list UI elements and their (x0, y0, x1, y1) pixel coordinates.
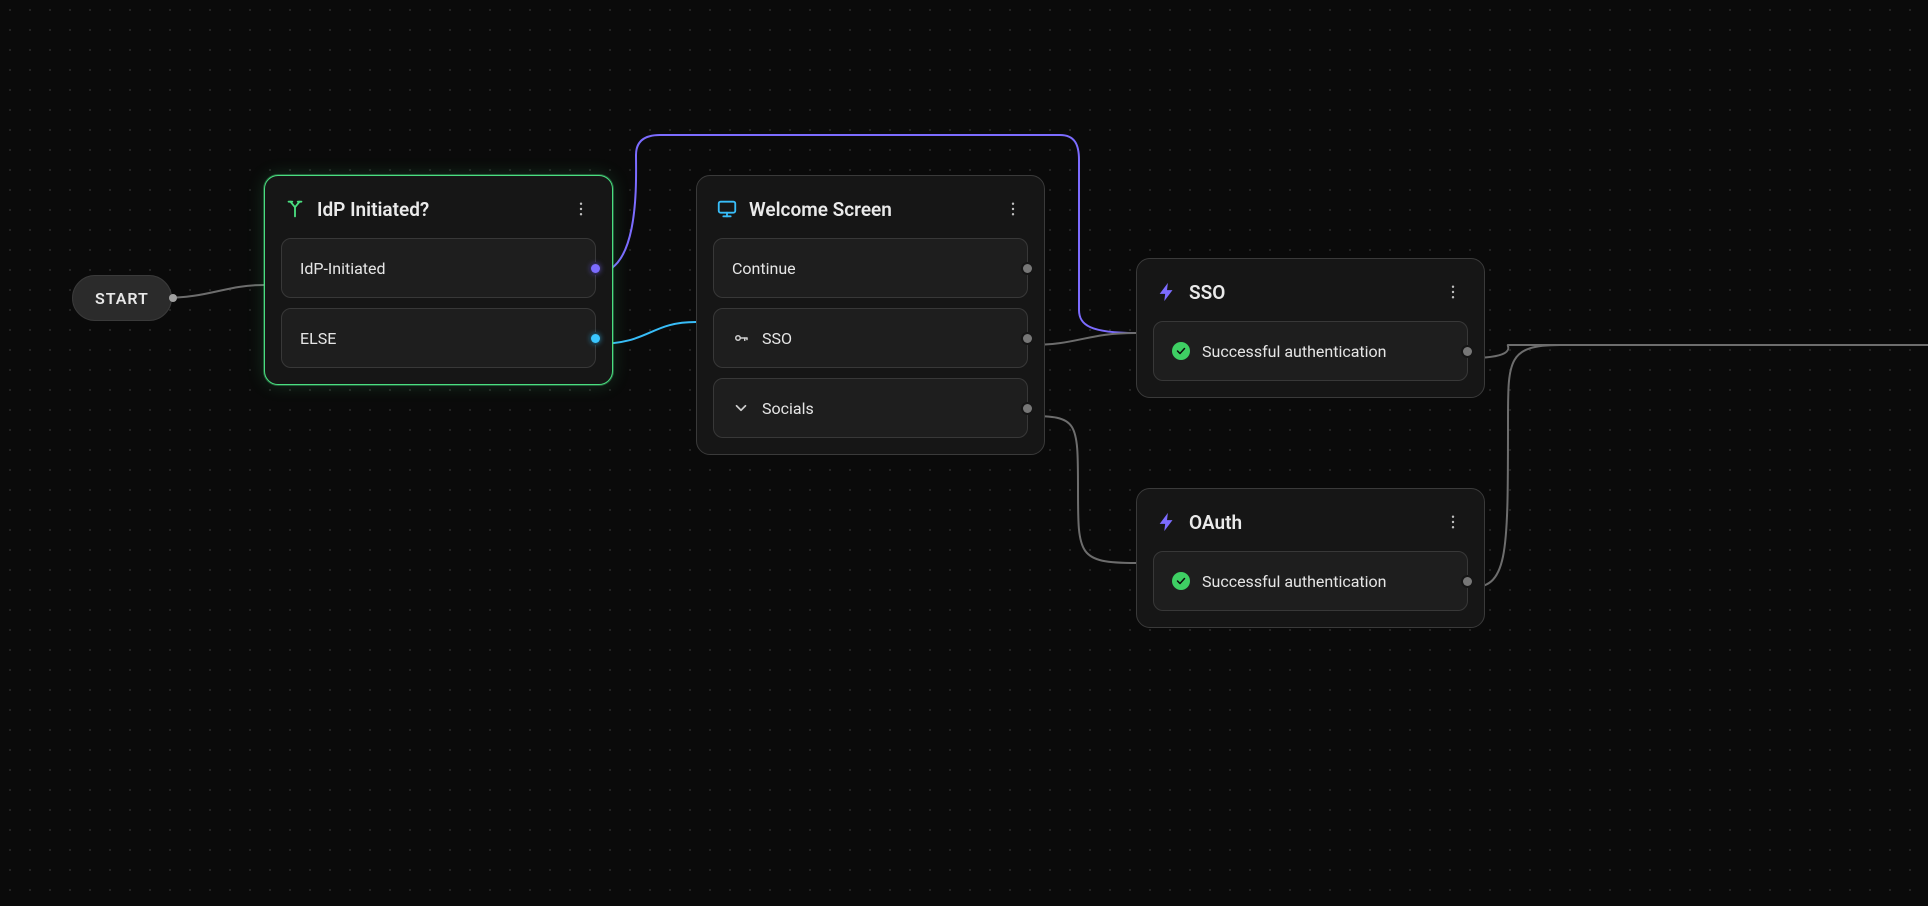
slot-label: IdP-Initiated (300, 259, 386, 278)
node-header: OAuth (1153, 505, 1468, 537)
output-port[interactable] (1463, 577, 1472, 586)
more-vertical-icon (572, 200, 590, 218)
node-oauth[interactable]: OAuth Successful authentication (1136, 488, 1485, 628)
check-circle-icon (1172, 572, 1190, 590)
node-welcome-screen[interactable]: Welcome Screen Continue SSO (696, 175, 1045, 455)
output-port[interactable] (1463, 347, 1472, 356)
node-title: OAuth (1189, 511, 1430, 534)
branch-icon (283, 197, 307, 221)
node-idp-initiated[interactable]: IdP Initiated? IdP-Initiated ELSE (264, 175, 613, 385)
node-title: IdP Initiated? (317, 198, 558, 221)
slot-label: Continue (732, 259, 796, 278)
node-sso[interactable]: SSO Successful authentication (1136, 258, 1485, 398)
slot-label: ELSE (300, 329, 336, 348)
output-port[interactable] (1023, 404, 1032, 413)
output-port[interactable] (1023, 334, 1032, 343)
output-port[interactable] (591, 334, 600, 343)
node-menu-button[interactable] (1440, 279, 1466, 305)
node-header: SSO (1153, 275, 1468, 307)
slot-successful-authentication[interactable]: Successful authentication (1153, 551, 1468, 611)
slot-label: SSO (762, 329, 792, 348)
node-title: SSO (1189, 281, 1430, 304)
lightning-icon (1155, 280, 1179, 304)
more-vertical-icon (1444, 513, 1462, 531)
flow-canvas[interactable]: START IdP Initiated? IdP-Initiated ELSE (0, 0, 1928, 906)
slot-else[interactable]: ELSE (281, 308, 596, 368)
monitor-icon (715, 197, 739, 221)
lightning-icon (1155, 510, 1179, 534)
node-header: IdP Initiated? (281, 192, 596, 224)
more-vertical-icon (1444, 283, 1462, 301)
slot-socials[interactable]: Socials (713, 378, 1028, 438)
slot-continue[interactable]: Continue (713, 238, 1028, 298)
slot-label: Successful authentication (1202, 342, 1387, 361)
node-menu-button[interactable] (1440, 509, 1466, 535)
output-port[interactable] (1023, 264, 1032, 273)
check-circle-icon (1172, 342, 1190, 360)
key-icon (732, 329, 750, 347)
more-vertical-icon (1004, 200, 1022, 218)
slot-label: Socials (762, 399, 814, 418)
slot-sso[interactable]: SSO (713, 308, 1028, 368)
node-header: Welcome Screen (713, 192, 1028, 224)
output-port[interactable] (591, 264, 600, 273)
chevron-down-icon (732, 399, 750, 417)
node-title: Welcome Screen (749, 198, 990, 221)
slot-label: Successful authentication (1202, 572, 1387, 591)
node-menu-button[interactable] (1000, 196, 1026, 222)
slot-successful-authentication[interactable]: Successful authentication (1153, 321, 1468, 381)
slot-idp-initiated[interactable]: IdP-Initiated (281, 238, 596, 298)
node-menu-button[interactable] (568, 196, 594, 222)
start-node[interactable]: START (72, 275, 172, 321)
start-label: START (95, 289, 149, 308)
